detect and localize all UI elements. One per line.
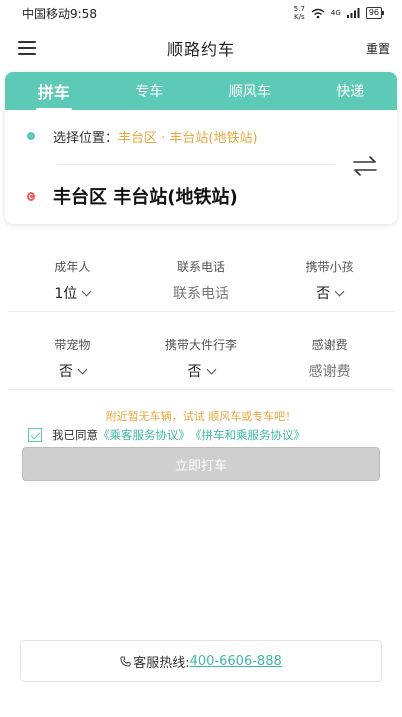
page-title: 顺路约车 — [166, 40, 235, 59]
tab-express[interactable]: 快递 — [328, 77, 372, 105]
wifi-icon — [311, 8, 325, 18]
adults-field[interactable]: 成年人 1位 — [8, 250, 137, 311]
menu-icon[interactable] — [18, 41, 36, 55]
luggage-label: 携带大件行李 — [165, 338, 238, 352]
origin-label: 选择位置： — [53, 130, 119, 146]
destination-dot-icon — [27, 191, 35, 201]
signal-type: 4G — [330, 9, 341, 17]
passenger-agreement-link[interactable]: 《乘客服务协议》 — [98, 427, 190, 443]
nav-bar: 顺路约车 重置 — [0, 30, 402, 66]
phone-label: 联系电话 — [177, 260, 226, 274]
chevron-down-icon — [77, 364, 88, 374]
adults-select[interactable]: 1位 — [54, 283, 92, 303]
destination-selector[interactable]: 丰台区 丰台站(地铁站) — [5, 180, 345, 212]
agreement-row: 我已同意 《乘客服务协议》 《拼车和乘服务协议》 — [28, 426, 388, 444]
call-car-button[interactable]: 立即打车 — [22, 447, 380, 481]
tab-private-car[interactable]: 专车 — [127, 77, 171, 105]
agreement-checkbox[interactable] — [28, 428, 42, 442]
pets-label: 带宠物 — [54, 338, 91, 352]
luggage-select[interactable]: 否 — [188, 361, 216, 381]
battery-icon: 96 — [365, 7, 385, 19]
location-divider — [57, 164, 335, 165]
origin-dot-icon — [27, 132, 35, 140]
chevron-down-icon — [206, 364, 216, 374]
phone-field[interactable]: 联系电话 联系电话 — [137, 250, 266, 311]
pets-field[interactable]: 带宠物 否 — [8, 328, 137, 389]
agreement-prefix: 我已同意 — [52, 428, 98, 442]
luggage-field[interactable]: 携带大件行李 否 — [137, 328, 266, 389]
children-label: 携带小孩 — [305, 260, 354, 274]
status-icons: 5.7 K/s 4G 96 — [293, 5, 385, 21]
tip-input[interactable]: 感谢费 — [309, 361, 351, 381]
carrier-time: 中国移动9:58 — [22, 6, 97, 21]
children-field[interactable]: 携带小孩 否 — [265, 250, 394, 311]
origin-value: 丰台区 · 丰台站(地铁站) — [118, 130, 258, 146]
children-select[interactable]: 否 — [316, 283, 345, 303]
tip-label: 感谢费 — [311, 338, 348, 352]
swap-icon[interactable] — [351, 154, 379, 178]
carpool-agreement-link[interactable]: 《拼车和乘服务协议》 — [190, 427, 305, 443]
tab-carpool[interactable]: 拼车 — [30, 75, 78, 110]
adults-label: 成年人 — [54, 260, 91, 274]
passenger-info-row: 成年人 1位 联系电话 联系电话 携带小孩 否 — [8, 250, 394, 312]
ride-type-card: 拼车 专车 顺风车 快递 选择位置： 丰台区 · 丰台站(地铁站) 丰台区 丰台… — [5, 72, 397, 224]
customer-hotline: 客服热线: 400-6606-888 — [20, 640, 382, 682]
no-vehicles-notice: 附近暂无车辆，试试 顺风车或专车吧！ — [105, 410, 297, 423]
extras-row: 带宠物 否 携带大件行李 否 感谢费 感谢费 — [8, 328, 394, 390]
reset-button[interactable]: 重置 — [366, 40, 390, 57]
pets-select[interactable]: 否 — [59, 361, 88, 381]
tab-bar: 拼车 专车 顺风车 快递 — [5, 72, 397, 110]
signal-icon — [346, 8, 360, 18]
tip-field[interactable]: 感谢费 感谢费 — [265, 328, 394, 389]
origin-selector[interactable]: 选择位置： 丰台区 · 丰台站(地铁站) — [5, 122, 345, 150]
tab-hitch-ride[interactable]: 顺风车 — [221, 77, 279, 105]
status-bar: 中国移动9:58 5.7 K/s 4G 96 — [0, 0, 402, 26]
net-speed: 5.7 K/s — [293, 5, 305, 21]
chevron-down-icon — [334, 286, 345, 296]
phone-input[interactable]: 联系电话 — [173, 283, 229, 303]
chevron-down-icon — [81, 286, 92, 296]
hotline-label: 客服热线: — [133, 655, 190, 671]
hotline-number-link[interactable]: 400-6606-888 — [190, 654, 282, 669]
destination-value: 丰台区 丰台站(地铁站) — [53, 187, 238, 208]
phone-icon — [120, 655, 131, 667]
